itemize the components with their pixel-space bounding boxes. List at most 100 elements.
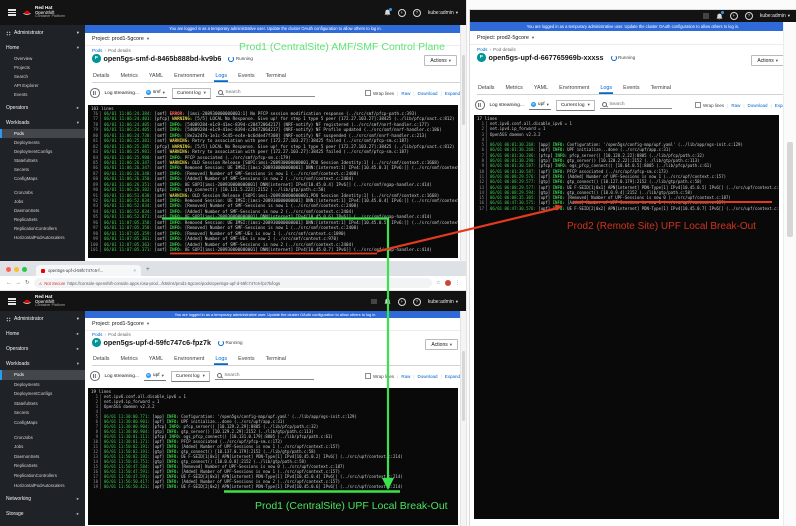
raw-link[interactable]: Raw	[731, 103, 740, 108]
pause-log-button[interactable]	[90, 88, 100, 98]
tab-events[interactable]: Events	[237, 353, 255, 365]
sidebar-item-secrets[interactable]: Secrets	[0, 165, 85, 174]
container-select[interactable]: Cupf▾	[529, 101, 551, 110]
close-window-button[interactable]	[6, 267, 11, 272]
actions-button[interactable]: Actions▾	[425, 339, 458, 350]
menu-icon[interactable]	[8, 9, 16, 15]
tab-metrics[interactable]: Metrics	[119, 353, 138, 365]
scrollbar[interactable]	[460, 25, 466, 262]
url-bar[interactable]: ⚠ Not Secure https://console-openshift-c…	[34, 278, 432, 288]
bell-icon[interactable]	[384, 298, 391, 305]
sidebar-item-home[interactable]: Home▸	[0, 327, 85, 340]
breadcrumb-pods-link[interactable]: Pods	[477, 47, 487, 52]
sidebar-item-api-explorer[interactable]: API Explorer	[0, 81, 85, 90]
user-menu[interactable]: kube:admin▾	[428, 299, 458, 305]
sidebar-item-deploymentconfigs[interactable]: DeploymentConfigs	[0, 389, 85, 399]
tab-details[interactable]: Details	[92, 353, 110, 365]
log-select[interactable]: Current log▾	[172, 88, 211, 99]
question-circle-icon[interactable]: ?	[413, 9, 421, 17]
maximize-window-button[interactable]	[22, 267, 27, 272]
tab-yaml[interactable]: YAML	[148, 353, 164, 365]
sidebar-item-daemonsets[interactable]: DaemonSets	[0, 452, 85, 462]
sidebar-item-storage[interactable]: Storage▸	[0, 507, 85, 520]
perspective-switcher[interactable]: Administrator ▾	[0, 25, 85, 39]
sidebar-item-networking[interactable]: Networking▸	[0, 492, 85, 505]
user-menu[interactable]: kube:admin▾	[428, 10, 458, 16]
expand-link[interactable]: Expand	[445, 91, 460, 96]
scrollbar-thumb[interactable]	[787, 142, 793, 237]
sidebar-item-deployments[interactable]: Deployments	[0, 380, 85, 390]
sidebar-item-horizontalpodautoscalers[interactable]: HorizontalPodAutoscalers	[0, 233, 85, 242]
project-selector[interactable]: Project: prod1-5gcore ▾	[85, 33, 466, 46]
download-link[interactable]: Download	[418, 374, 438, 379]
browser-tab[interactable]: open5gs-upf-d-59fc747c6-f... ×	[36, 265, 141, 276]
app-launcher-icon[interactable]	[371, 299, 377, 305]
download-link[interactable]: Download	[748, 103, 768, 108]
sidebar-item-cronjobs[interactable]: CronJobs	[0, 188, 85, 197]
perspective-switcher[interactable]: Administrator ▾	[0, 311, 85, 325]
search-input[interactable]: Search	[216, 89, 315, 97]
sidebar-item-operators[interactable]: Operators▸	[0, 102, 85, 114]
sidebar-item-pods[interactable]: Pods	[0, 370, 85, 380]
sidebar-item-replicationcontrollers[interactable]: ReplicationControllers	[0, 224, 85, 233]
sidebar-item-workloads[interactable]: Workloads▾	[0, 357, 85, 370]
log-viewer[interactable]: 19 lines 1net.ipv6.conf.all.disable_ipv6…	[88, 388, 458, 525]
reload-button[interactable]: ↻	[25, 280, 30, 286]
wrap-lines-checkbox[interactable]: Wrap lines	[695, 102, 724, 108]
breadcrumb-pods-link[interactable]: Pods	[92, 332, 102, 337]
tab-metrics[interactable]: Metrics	[119, 70, 138, 82]
plus-circle-icon[interactable]: +	[398, 9, 406, 17]
menu-icon[interactable]	[8, 298, 16, 304]
sidebar-item-search[interactable]: Search	[0, 72, 85, 81]
plus-circle-icon[interactable]: +	[398, 298, 406, 306]
scrollbar[interactable]	[783, 22, 796, 526]
sidebar-item-configmaps[interactable]: ConfigMaps	[0, 418, 85, 428]
sidebar-item-home[interactable]: Home▾	[0, 42, 85, 54]
back-button[interactable]: ←	[6, 280, 12, 286]
sidebar-item-deployments[interactable]: Deployments	[0, 138, 85, 147]
tab-metrics[interactable]: Metrics	[504, 82, 523, 94]
tab-yaml[interactable]: YAML	[148, 70, 164, 82]
wrap-lines-checkbox[interactable]: Wrap lines	[365, 90, 394, 96]
sidebar-item-configmaps[interactable]: ConfigMaps	[0, 174, 85, 183]
tab-details[interactable]: Details	[92, 70, 110, 82]
sidebar-item-replicasets[interactable]: ReplicaSets	[0, 461, 85, 471]
tab-yaml[interactable]: YAML	[533, 82, 549, 94]
window-controls[interactable]	[6, 267, 27, 272]
container-select[interactable]: Cupf▾	[144, 372, 166, 381]
forward-button[interactable]: →	[16, 280, 22, 286]
close-tab-icon[interactable]: ×	[133, 268, 136, 273]
raw-link[interactable]: Raw	[401, 91, 410, 96]
raw-link[interactable]: Raw	[401, 374, 410, 379]
tab-terminal[interactable]: Terminal	[650, 82, 672, 94]
download-link[interactable]: Download	[418, 91, 438, 96]
scrollbar[interactable]	[460, 311, 466, 526]
scrollbar-thumb[interactable]	[462, 55, 465, 125]
sidebar-item-horizontalpodautoscalers[interactable]: HorizontalPodAutoscalers	[0, 481, 85, 491]
tab-environment[interactable]: Environment	[558, 82, 590, 94]
container-select[interactable]: Csmf▾	[144, 89, 167, 98]
sidebar-item-statefulsets[interactable]: StatefulSets	[0, 156, 85, 165]
project-selector[interactable]: Project: prod2-5gcore ▾	[470, 31, 796, 45]
tab-environment[interactable]: Environment	[173, 353, 205, 365]
tab-logs[interactable]: Logs	[214, 353, 228, 365]
sidebar-item-overview[interactable]: Overview	[0, 54, 85, 63]
tab-logs[interactable]: Logs	[214, 70, 228, 82]
question-circle-icon[interactable]: ?	[745, 12, 753, 20]
question-circle-icon[interactable]: ?	[413, 298, 421, 306]
user-menu[interactable]: kube:admin▾	[760, 13, 790, 19]
search-input[interactable]: Search	[215, 372, 314, 380]
sidebar-item-secrets[interactable]: Secrets	[0, 408, 85, 418]
actions-button[interactable]: Actions▾	[751, 55, 784, 66]
wrap-lines-checkbox[interactable]: Wrap lines	[365, 373, 394, 379]
sidebar-item-statefulsets[interactable]: StatefulSets	[0, 399, 85, 409]
tab-terminal[interactable]: Terminal	[265, 70, 287, 82]
sidebar-item-replicationcontrollers[interactable]: ReplicationControllers	[0, 471, 85, 481]
tab-events[interactable]: Events	[237, 70, 255, 82]
sidebar-item-events[interactable]: Events	[0, 90, 85, 99]
project-selector[interactable]: Project: prod1-5gcore ▾	[85, 318, 466, 331]
plus-circle-icon[interactable]: +	[730, 12, 738, 20]
pause-log-button[interactable]	[475, 100, 485, 110]
tab-terminal[interactable]: Terminal	[265, 353, 287, 365]
minimize-window-button[interactable]	[14, 267, 19, 272]
